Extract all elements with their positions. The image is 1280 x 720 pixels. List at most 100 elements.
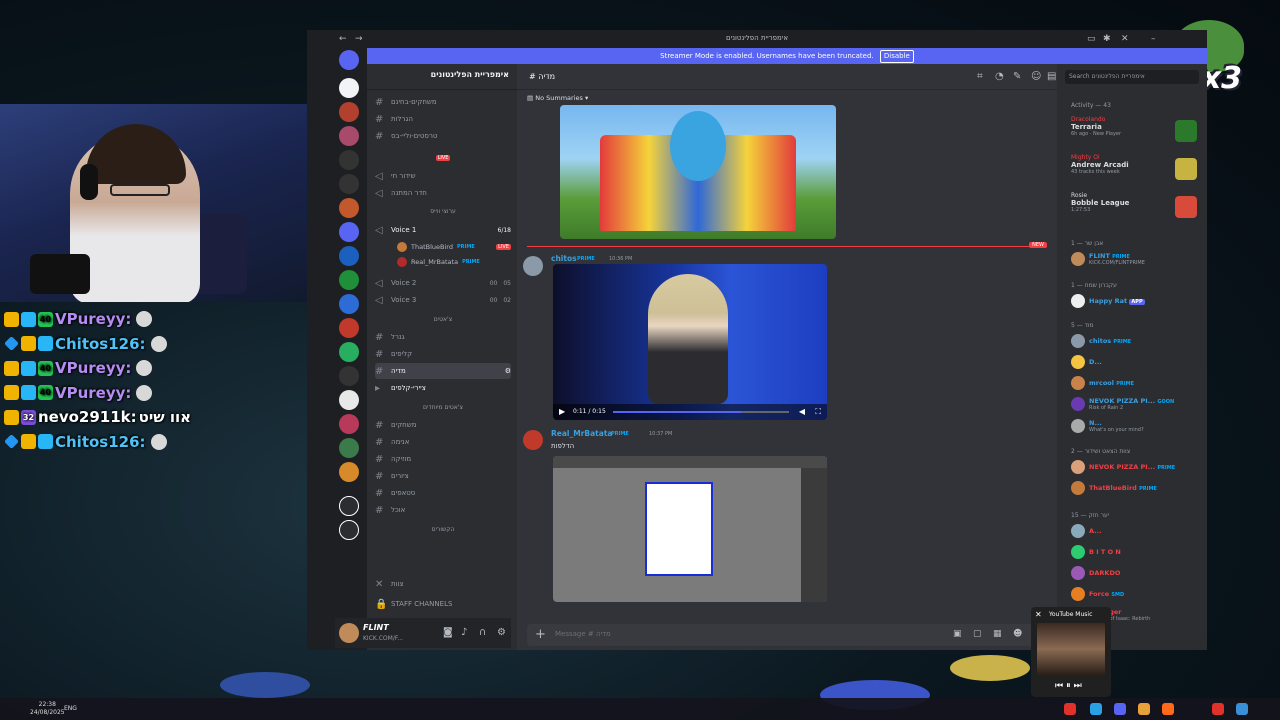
channel-item[interactable]: # טרסטים-וליי-בס [375,128,511,144]
category-voice[interactable]: ערוצי ווייס [375,208,511,220]
server-icon[interactable] [339,78,359,98]
voice-channel-2[interactable]: ◁ Voice 2 00 05 [375,275,511,291]
play-icon[interactable]: ▶ [559,407,565,416]
voice-channel-3[interactable]: ◁ Voice 3 00 02 [375,292,511,308]
search-input[interactable]: Search אימפריית הפלינטונים [1065,70,1199,84]
server-kick-icon[interactable] [339,342,359,362]
channel-item[interactable]: # משחקים-בחינם [375,94,511,110]
notification-bell-icon[interactable]: ◔ [995,71,1004,82]
message-author[interactable]: Real_MrBatata [551,429,612,438]
member-item[interactable]: ThatBlueBird PRIME [1071,479,1199,497]
member-item[interactable]: chitos PRIME [1071,332,1199,350]
user-avatar[interactable] [339,623,359,643]
minimize-icon[interactable]: – [1151,34,1156,44]
bouncy-castle-image[interactable] [560,105,836,239]
pin-icon[interactable]: ✎ [1013,71,1021,82]
server-icon[interactable] [339,126,359,146]
language-indicator[interactable]: ENG [64,705,77,712]
member-item[interactable]: A... [1071,522,1199,540]
server-icon[interactable] [339,366,359,386]
video-attachment[interactable]: ▶ 0:11 / 0:15 ◀ ⛶ [553,264,827,420]
firefox-app-icon[interactable] [1162,703,1174,715]
voice-user[interactable]: ThatBlueBird PRIME LIVE [397,240,511,254]
server-icon[interactable] [339,102,359,122]
category-staff[interactable]: 🔒 STAFF CHANNELS [375,596,511,612]
bug-icon[interactable]: ✱ [1103,34,1111,44]
author-avatar[interactable] [523,256,543,276]
server-icon[interactable] [339,294,359,314]
active-server-icon[interactable] [339,222,359,242]
channel-item[interactable]: # ציורים [375,468,511,484]
add-server-icon[interactable] [339,496,359,516]
category-chats[interactable]: צ'אטים [375,316,511,328]
voice-channel-1[interactable]: ◁ Voice 1 6/18 [375,222,511,238]
member-item[interactable]: mrcool PRIME [1071,374,1199,392]
member-item[interactable]: Force SMD [1071,585,1199,603]
server-icon[interactable] [339,318,359,338]
headphones-icon[interactable]: ∩ [479,627,486,638]
server-icon[interactable] [339,198,359,218]
file-explorer-icon[interactable] [1138,703,1150,715]
category-team[interactable]: ✕ צוות [375,576,511,592]
voice-user[interactable]: Real_MrBatata PRIME [397,255,511,269]
channel-item[interactable]: ◁ חדר המתנה [375,185,511,201]
member-item[interactable]: NEVOK PIZZA PI... PRIME [1071,458,1199,476]
member-item[interactable]: FLINT PRIME KICK.COM/FLINTPRIME [1071,250,1199,268]
channel-item[interactable]: # מוזיקה [375,451,511,467]
channel-item[interactable]: # הגרלות [375,111,511,127]
app-icon[interactable] [1212,703,1224,715]
channel-item[interactable]: # גנרל [375,329,511,345]
server-folder-icon[interactable] [339,462,359,482]
settings-gear-icon[interactable]: ⚙ [505,367,511,375]
server-icon[interactable] [339,390,359,410]
channel-item[interactable]: # קליפים [375,346,511,362]
youtube-music-app-icon[interactable] [1064,703,1076,715]
fullscreen-icon[interactable]: ⛶ [815,407,821,417]
video-progress[interactable] [613,411,789,413]
server-icon[interactable] [339,150,359,170]
app-icon[interactable] [1236,703,1248,715]
activity-card[interactable]: Mighty Oi Andrew Arcadi 43 tracks this w… [1071,154,1199,186]
sticker-icon[interactable]: ▦ [993,629,1002,639]
screenshot-attachment[interactable] [553,456,827,602]
gift-icon[interactable]: ▣ [953,629,962,639]
server-icon[interactable] [339,174,359,194]
member-item[interactable]: D... [1071,353,1199,371]
close-icon[interactable]: ✕ [1035,610,1042,619]
telegram-app-icon[interactable] [1090,703,1102,715]
category-misc[interactable]: הקשורים [375,526,511,538]
member-item[interactable]: NEVOK PIZZA PI... GOON Risk of Rain 2 [1071,395,1199,413]
inbox-icon[interactable]: ▤ [1047,71,1056,82]
channel-item[interactable]: ◁ שידור חי [375,168,511,184]
message-author[interactable]: chitos [551,254,577,263]
member-item[interactable]: Happy Rat APP [1071,292,1199,310]
server-name[interactable]: אימפריית הפלינטונים [367,64,517,90]
mic-icon[interactable]: ♪ [461,627,467,638]
tools-icon[interactable]: ✕ [1121,34,1129,44]
members-icon[interactable]: ☺ [1031,71,1041,82]
channel-item[interactable]: # אנימה [375,434,511,450]
settings-gear-icon[interactable]: ⚙ [497,627,506,638]
volume-icon[interactable]: ◀ [799,407,805,416]
member-item[interactable]: N... What's on your mind? [1071,417,1199,435]
channel-item[interactable]: # אוכל [375,502,511,518]
youtube-music-miniplayer[interactable]: ✕ YouTube Music ⏮⏸⏭ [1031,607,1111,697]
threads-icon[interactable]: ⌗ [977,71,983,82]
category-live[interactable]: LIVE [375,154,511,166]
emoji-icon[interactable]: ☻ [1013,629,1022,639]
server-icon[interactable] [339,414,359,434]
server-discord-home-icon[interactable] [339,50,359,70]
playback-controls[interactable]: ⏮⏸⏭ [1055,681,1085,691]
inbox-icon[interactable]: ▭ [1087,34,1096,44]
category-topics[interactable]: צ'אטים מיוחדים [375,404,511,416]
message-composer[interactable]: + Message # מדיה ▣ ▢ ▦ ☻ [527,624,1047,646]
disable-streamer-mode-button[interactable]: Disable [879,50,914,63]
member-item[interactable]: B I T O N [1071,543,1199,561]
channel-item[interactable]: ▸ ציירי-קלפים [375,380,511,396]
server-icon[interactable] [339,270,359,290]
member-item[interactable]: DARKDO [1071,564,1199,582]
gif-icon[interactable]: ▢ [973,629,982,639]
add-attachment-icon[interactable]: + [535,627,546,642]
discover-icon[interactable] [339,520,359,540]
channel-item[interactable]: # משחקים [375,417,511,433]
